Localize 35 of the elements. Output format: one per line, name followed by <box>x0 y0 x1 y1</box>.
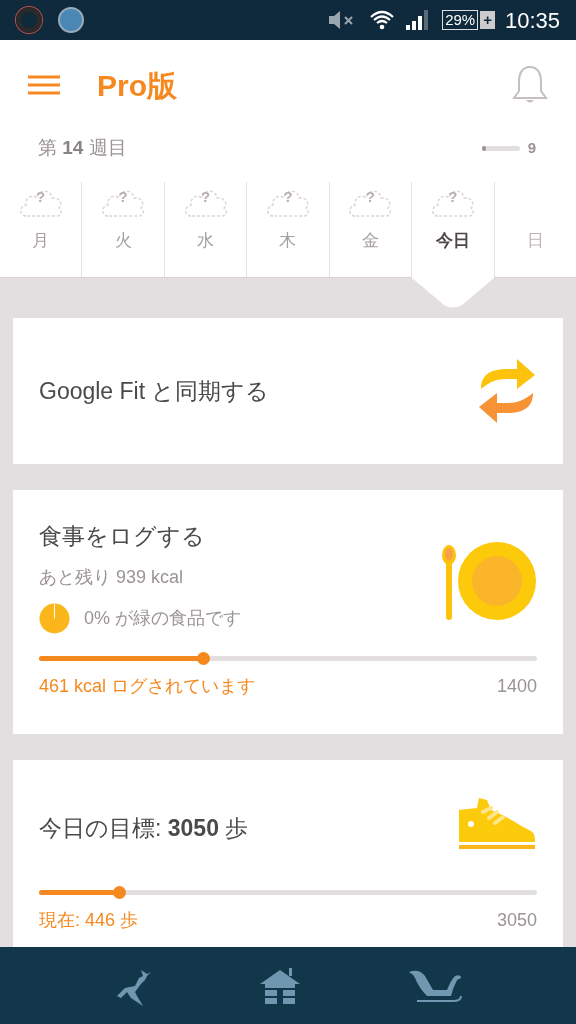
progress-thumb <box>112 886 126 899</box>
pie-chart-icon <box>39 603 70 634</box>
step-goal: 3050 <box>496 909 537 932</box>
app-notification-icon <box>58 7 84 33</box>
house-icon[interactable] <box>259 965 301 1006</box>
card-title: 食事をログする <box>39 522 206 551</box>
day-tab: 日 <box>493 182 576 278</box>
progress-thumb <box>197 652 211 665</box>
day-tab[interactable]: ? 水 <box>163 182 247 278</box>
app-title: Pro版 <box>97 67 177 104</box>
wifi-icon <box>370 10 395 30</box>
app-notification-icon <box>16 7 42 33</box>
menu-icon[interactable] <box>28 75 60 95</box>
day-tab[interactable]: ? 木 <box>246 182 329 278</box>
day-tab[interactable]: ? 月 <box>0 182 82 278</box>
food-log-card[interactable]: 食事をログする あと残り 939 kcal 0% が緑の食品です 461 kcal ログされています 1400 <box>13 490 563 734</box>
steps-card[interactable]: 今日の目標: 3050 歩 現在: 446 歩 3050 <box>13 760 563 947</box>
logged-calories: 461 kcal ログされています <box>39 675 256 698</box>
remaining-calories: あと残り 939 kcal <box>39 566 185 589</box>
battery-indicator: 29% <box>442 10 479 30</box>
day-tab[interactable]: ? 火 <box>81 182 164 278</box>
card-title: 今日の目標: 3050 歩 <box>39 813 249 843</box>
charging-indicator: + <box>480 11 495 29</box>
sync-arrows-icon <box>477 359 537 423</box>
clock: 10:35 <box>504 6 560 35</box>
week-count: 9 <box>527 137 536 158</box>
card-title: Google Fit と同期する <box>39 376 270 406</box>
sneaker-icon <box>457 798 537 850</box>
sync-card[interactable]: Google Fit と同期する <box>13 318 563 464</box>
week-label: 第 14 週目 <box>38 135 127 160</box>
signal-icon <box>406 10 431 30</box>
current-steps: 現在: 446 歩 <box>39 907 139 934</box>
plate-and-spoon-icon <box>441 542 537 622</box>
calorie-goal: 1400 <box>496 675 537 698</box>
healthy-food-share: 0% が緑の食品です <box>84 607 242 630</box>
